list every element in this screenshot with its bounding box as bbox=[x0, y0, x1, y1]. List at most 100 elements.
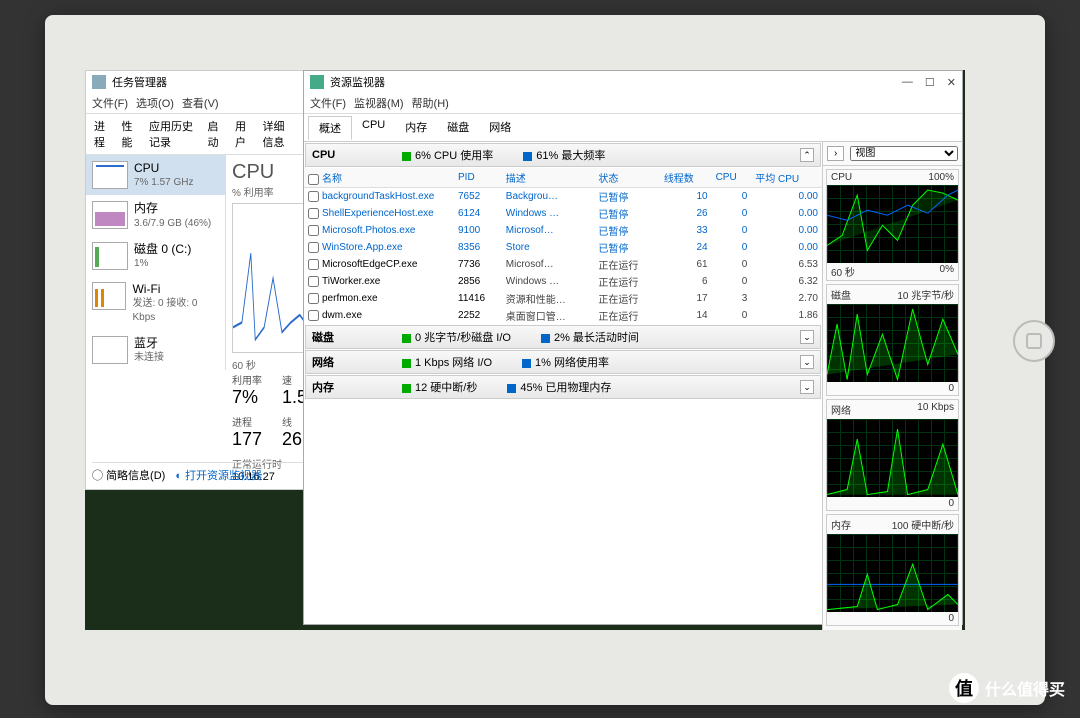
col-desc[interactable]: 描述 bbox=[502, 168, 595, 188]
col-cpu[interactable]: CPU bbox=[712, 168, 752, 188]
watermark-text: 什么值得买 bbox=[985, 676, 1065, 700]
menu-view[interactable]: 查看(V) bbox=[182, 95, 219, 111]
memory-panel-head[interactable]: 内存 12 硬中断/秒 45% 已用物理内存 ⌄ bbox=[305, 375, 821, 399]
wifi-thumb-icon bbox=[92, 282, 126, 310]
rm-tab-cpu[interactable]: CPU bbox=[352, 116, 395, 139]
taskmgr-title: 任务管理器 bbox=[112, 74, 167, 90]
col-threads[interactable]: 线程数 bbox=[660, 168, 712, 188]
disk-thumb-icon bbox=[92, 242, 128, 270]
sidebar-item-bluetooth[interactable]: 蓝牙未连接 bbox=[86, 330, 225, 370]
maximize-icon[interactable]: ☐ bbox=[925, 76, 935, 89]
rm-tab-network[interactable]: 网络 bbox=[479, 116, 521, 139]
disk-io-metric: 0 兆字节/秒磁盘 I/O bbox=[415, 332, 511, 344]
tab-details[interactable]: 详细信息 bbox=[259, 116, 298, 152]
network-panel-head[interactable]: 网络 1 Kbps 网络 I/O 1% 网络使用率 ⌄ bbox=[305, 350, 821, 374]
memory-thumb-icon bbox=[92, 201, 128, 229]
tab-users[interactable]: 用户 bbox=[231, 116, 255, 152]
table-row[interactable]: Microsoft.Photos.exe9100Microsof…已暂停3300… bbox=[304, 222, 822, 239]
open-resmon-link[interactable]: ◐ 打开资源监视器 bbox=[175, 467, 262, 483]
disk-card-name: 磁盘 0 (C:) bbox=[134, 242, 191, 256]
row-checkbox[interactable] bbox=[308, 310, 319, 321]
menu-options[interactable]: 选项(O) bbox=[136, 95, 174, 111]
home-button[interactable] bbox=[1013, 320, 1055, 362]
mem-card-sub: 3.6/7.9 GB (46%) bbox=[134, 218, 211, 229]
side-chart: 磁盘10 兆字节/秒 0 bbox=[826, 284, 959, 396]
col-pid[interactable]: PID bbox=[454, 168, 502, 188]
table-row[interactable]: ShellExperienceHost.exe6124Windows …已暂停2… bbox=[304, 205, 822, 222]
expand-icon[interactable]: ⌄ bbox=[800, 330, 814, 344]
side-chart: CPU100% 60 秒0% bbox=[826, 169, 959, 281]
collapse-icon[interactable]: ⌃ bbox=[800, 148, 814, 162]
col-name[interactable]: 名称 bbox=[322, 174, 342, 185]
cpu-panel-name: CPU bbox=[312, 149, 372, 161]
row-checkbox[interactable] bbox=[308, 293, 319, 304]
row-checkbox[interactable] bbox=[308, 208, 319, 219]
bt-card-name: 蓝牙 bbox=[134, 336, 158, 350]
stat-util-label: 利用率 bbox=[232, 376, 262, 387]
tab-processes[interactable]: 进程 bbox=[90, 116, 114, 152]
rm-tab-disk[interactable]: 磁盘 bbox=[437, 116, 479, 139]
rm-menu-monitor[interactable]: 监视器(M) bbox=[354, 95, 404, 111]
side-chart: 内存100 硬中断/秒 0 bbox=[826, 514, 959, 626]
disk-active-metric: 2% 最长活动时间 bbox=[554, 332, 639, 344]
tab-performance[interactable]: 性能 bbox=[118, 116, 142, 152]
resmon-icon bbox=[310, 75, 324, 89]
table-row[interactable]: MicrosoftEdgeCP.exe7736Microsof…正在运行6106… bbox=[304, 256, 822, 273]
rm-tab-overview[interactable]: 概述 bbox=[308, 116, 352, 140]
stat-proc-label: 进程 bbox=[232, 418, 252, 429]
screen: 任务管理器 文件(F) 选项(O) 查看(V) 进程 性能 应用历史记录 启动 … bbox=[85, 70, 965, 630]
net-io-metric: 1 Kbps 网络 I/O bbox=[415, 357, 492, 369]
taskmgr-titlebar[interactable]: 任务管理器 bbox=[86, 71, 329, 93]
expand-icon[interactable]: ⌄ bbox=[800, 380, 814, 394]
checkbox-all[interactable] bbox=[308, 174, 319, 185]
watermark-icon: 值 bbox=[949, 673, 979, 703]
table-row[interactable]: dwm.exe2252桌面窗口管…正在运行1401.86 bbox=[304, 307, 822, 324]
taskmgr-icon bbox=[92, 75, 106, 89]
wifi-card-name: Wi-Fi bbox=[132, 282, 160, 296]
taskmgr-menubar: 文件(F) 选项(O) 查看(V) bbox=[86, 93, 329, 114]
sidebar-item-memory[interactable]: 内存 3.6/7.9 GB (46%) bbox=[86, 195, 225, 235]
row-checkbox[interactable] bbox=[308, 225, 319, 236]
rm-menu-file[interactable]: 文件(F) bbox=[310, 95, 346, 111]
close-icon[interactable]: ✕ bbox=[947, 76, 956, 89]
views-select[interactable]: 视图 bbox=[850, 146, 958, 161]
row-checkbox[interactable] bbox=[308, 242, 319, 253]
table-row[interactable]: perfmon.exe11416资源和性能…正在运行1732.70 bbox=[304, 290, 822, 307]
taskmgr-footer: ◯ 简略信息(D) ◐ 打开资源监视器 bbox=[92, 462, 323, 483]
expand-icon[interactable]: ⌄ bbox=[800, 355, 814, 369]
col-status[interactable]: 状态 bbox=[594, 168, 659, 188]
side-toggle-button[interactable]: › bbox=[827, 146, 844, 161]
disk-panel-head[interactable]: 磁盘 0 兆字节/秒磁盘 I/O 2% 最长活动时间 ⌄ bbox=[305, 325, 821, 349]
rm-menu-help[interactable]: 帮助(H) bbox=[412, 95, 449, 111]
stat-thread-label: 线 bbox=[282, 418, 292, 429]
taskmgr-sidebar: CPU7% 1.57 GHz 内存 3.6/7.9 GB (46%) 磁盘 0 (… bbox=[86, 155, 226, 370]
rm-tab-memory[interactable]: 内存 bbox=[395, 116, 437, 139]
cpu-panel-head[interactable]: CPU 6% CPU 使用率 61% 最大频率 ⌃ bbox=[305, 143, 821, 167]
resmon-titlebar[interactable]: 资源监视器 — ☐ ✕ bbox=[304, 71, 962, 93]
task-manager-window: 任务管理器 文件(F) 选项(O) 查看(V) 进程 性能 应用历史记录 启动 … bbox=[85, 70, 330, 490]
table-row[interactable]: WinStore.App.exe8356Store已暂停2400.00 bbox=[304, 239, 822, 256]
tab-apphistory[interactable]: 应用历史记录 bbox=[145, 116, 200, 152]
cpu-usage-metric: 6% CPU 使用率 bbox=[415, 150, 493, 162]
row-checkbox[interactable] bbox=[308, 191, 319, 202]
tab-startup[interactable]: 启动 bbox=[204, 116, 228, 152]
stat-thread-value: 26 bbox=[282, 429, 302, 449]
sidebar-item-wifi[interactable]: Wi-Fi发送: 0 接收: 0 Kbps bbox=[86, 276, 225, 330]
mem-card-name: 内存 bbox=[134, 201, 158, 215]
row-checkbox[interactable] bbox=[308, 259, 319, 270]
resmon-menubar: 文件(F) 监视器(M) 帮助(H) bbox=[304, 93, 962, 114]
row-checkbox[interactable] bbox=[308, 276, 319, 287]
col-avgcpu[interactable]: 平均 CPU bbox=[751, 168, 822, 188]
sidebar-item-cpu[interactable]: CPU7% 1.57 GHz bbox=[86, 155, 225, 195]
menu-file[interactable]: 文件(F) bbox=[92, 95, 128, 111]
watermark: 值 什么值得买 bbox=[949, 673, 1065, 703]
sidebar-item-disk[interactable]: 磁盘 0 (C:)1% bbox=[86, 236, 225, 276]
table-row[interactable]: backgroundTaskHost.exe7652Backgrou…已暂停10… bbox=[304, 188, 822, 206]
taskmgr-tabs: 进程 性能 应用历史记录 启动 用户 详细信息 服务 bbox=[86, 114, 329, 155]
fewer-details[interactable]: ◯ 简略信息(D) bbox=[92, 467, 165, 483]
minimize-icon[interactable]: — bbox=[902, 76, 913, 89]
cpu-card-name: CPU bbox=[134, 161, 159, 175]
table-row[interactable]: TiWorker.exe2856Windows …正在运行606.32 bbox=[304, 273, 822, 290]
cpu-freq-metric: 61% 最大频率 bbox=[536, 150, 605, 162]
resource-monitor-window: 资源监视器 — ☐ ✕ 文件(F) 监视器(M) 帮助(H) 概述 CPU 内存… bbox=[303, 70, 963, 625]
